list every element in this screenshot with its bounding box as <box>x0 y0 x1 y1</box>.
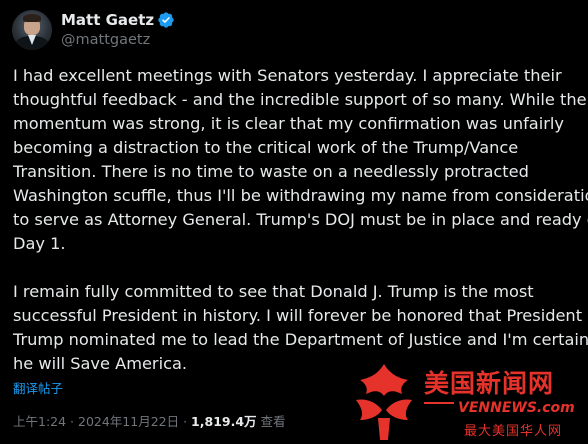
watermark-url: VENNEWS.com <box>458 400 575 416</box>
tweet-line: Washington scuffle, thus I'll be withdra… <box>13 186 588 205</box>
avatar-hair <box>23 14 41 22</box>
post-date[interactable]: 2024年11月22日 <box>78 414 179 429</box>
tweet-line: successful President in history. I will … <box>13 306 583 325</box>
tweet-paragraph-2: I remain fully committed to see that Don… <box>13 280 588 376</box>
tweet-line: Transition. There is no time to waste on… <box>13 162 529 181</box>
tweet-metadata: 上午1:24 · 2024年11月22日 · 1,819.4万 查看 <box>13 412 286 432</box>
author-handle[interactable]: @mattgaetz <box>61 30 175 50</box>
watermark-slogan: 最大美国华人网 <box>464 424 563 439</box>
avatar[interactable] <box>12 10 52 50</box>
name-row: Matt Gaetz <box>61 10 175 30</box>
tweet-line: to serve as Attorney General. Trump's DO… <box>13 210 588 229</box>
views-count: 1,819.4万 <box>191 414 257 429</box>
tweet-line: becoming a distraction to the critical w… <box>13 138 519 157</box>
views-label: 查看 <box>260 414 286 429</box>
tweet: Matt Gaetz @mattgaetz I had excellent me… <box>0 0 588 444</box>
tweet-line: I remain fully committed to see that Don… <box>13 282 534 301</box>
author-info: Matt Gaetz @mattgaetz <box>61 10 175 50</box>
post-time[interactable]: 上午1:24 <box>13 414 66 429</box>
verified-badge-icon[interactable] <box>157 11 175 29</box>
meta-separator: · <box>179 414 192 429</box>
tweet-line: I had excellent meetings with Senators y… <box>13 66 562 85</box>
tweet-paragraph-1: I had excellent meetings with Senators y… <box>13 64 588 256</box>
author-display-name[interactable]: Matt Gaetz <box>61 11 154 29</box>
tweet-line: momentum was strong, it is clear that my… <box>13 114 564 133</box>
watermark-bar <box>424 402 454 404</box>
tweet-line: Trump nominated me to lead the Departmen… <box>13 330 588 349</box>
tweet-text: I had excellent meetings with Senators y… <box>13 64 588 376</box>
tweet-header: Matt Gaetz @mattgaetz <box>12 6 175 54</box>
tweet-line: thoughtful feedback - and the incredible… <box>13 90 587 109</box>
meta-separator: · <box>66 414 78 429</box>
translate-post-link[interactable]: 翻译帖子 <box>13 378 63 397</box>
tweet-line: Day 1. <box>13 234 66 253</box>
tweet-line: he will Save America. <box>13 354 188 373</box>
